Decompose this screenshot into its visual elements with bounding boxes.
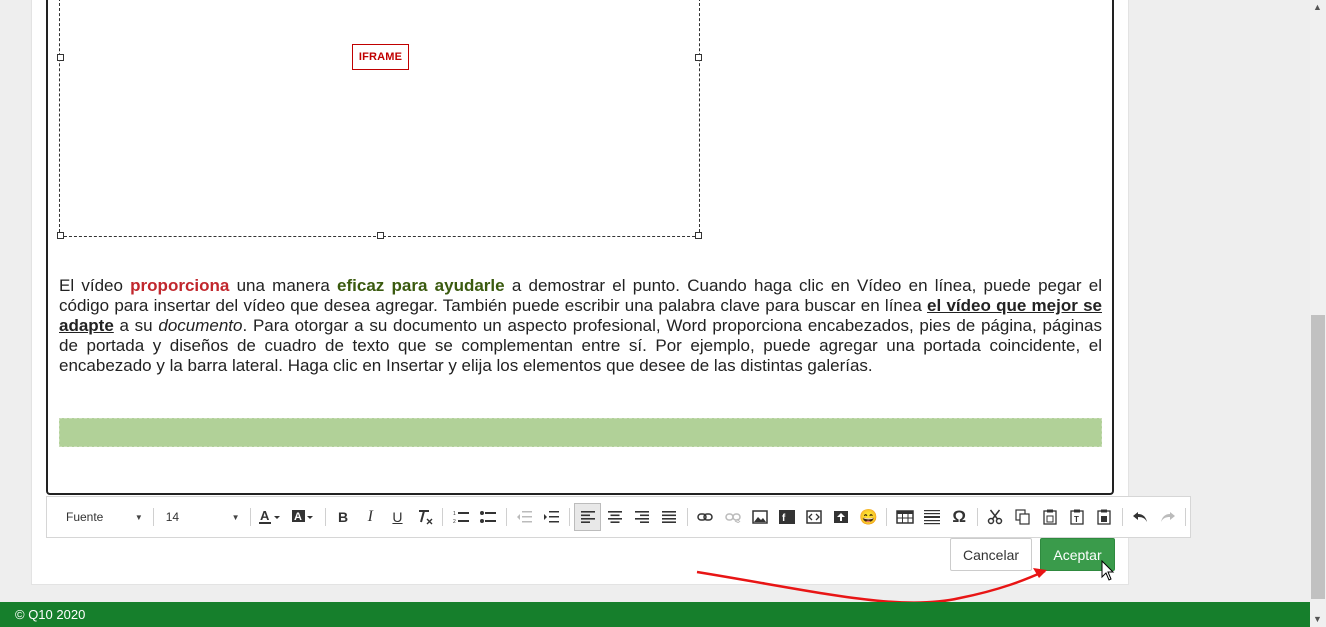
svg-text:A: A <box>260 508 270 523</box>
text-segment: a su <box>113 316 159 335</box>
cancel-button[interactable]: Cancelar <box>950 538 1032 571</box>
copyright-text: © Q10 2020 <box>15 607 86 622</box>
toolbar-separator <box>152 508 154 526</box>
emoji-icon[interactable]: 😄 <box>855 503 882 531</box>
rich-text-editor[interactable]: IFRAME El vídeo proporciona una manera e… <box>46 0 1114 495</box>
italic-glyph: I <box>367 508 373 525</box>
svg-text:1: 1 <box>453 511 456 517</box>
justify-icon[interactable] <box>656 503 683 531</box>
flash-icon[interactable]: f <box>773 503 800 531</box>
toolbar-separator <box>442 508 444 526</box>
editor-toolbar: Fuente ▼ 14 ▼ A A B I U 12 f 😄 Ω T <box>46 496 1191 538</box>
toolbar-separator <box>976 508 978 526</box>
background-color-icon[interactable]: A <box>288 503 321 531</box>
toolbar-separator <box>569 508 571 526</box>
text-highlight-red: proporciona <box>130 276 230 295</box>
resize-handle[interactable] <box>695 54 702 61</box>
cut-icon[interactable] <box>982 503 1009 531</box>
decrease-indent-icon[interactable] <box>511 503 538 531</box>
bold-icon[interactable]: B <box>329 503 356 531</box>
green-band-block[interactable] <box>59 418 1102 447</box>
align-left-icon[interactable] <box>574 503 602 531</box>
toolbar-separator <box>686 508 688 526</box>
increase-indent-icon[interactable] <box>538 503 565 531</box>
toolbar-separator <box>886 508 888 526</box>
table-icon[interactable] <box>891 503 918 531</box>
font-size-value: 14 <box>165 510 180 524</box>
iframe-icon[interactable] <box>801 503 828 531</box>
toolbar-separator <box>505 508 507 526</box>
resize-handle[interactable] <box>57 232 64 239</box>
paste-word-icon[interactable] <box>1091 503 1118 531</box>
text-segment: El vídeo <box>59 276 131 295</box>
text-italic: documento <box>158 316 243 335</box>
font-size-select[interactable]: 14 ▼ <box>158 502 246 532</box>
font-family-value: Fuente <box>66 510 104 524</box>
text-segment: una manera <box>229 276 338 295</box>
resize-handle[interactable] <box>377 232 384 239</box>
align-right-icon[interactable] <box>628 503 655 531</box>
toolbar-separator <box>249 508 251 526</box>
iframe-placeholder[interactable]: IFRAME <box>57 0 702 239</box>
toolbar-separator <box>1121 508 1123 526</box>
paste-icon[interactable] <box>1036 503 1063 531</box>
paste-text-icon[interactable]: T <box>1063 503 1090 531</box>
footer: © Q10 2020 <box>0 602 1310 627</box>
underline-glyph: U <box>392 509 403 525</box>
redo-icon[interactable] <box>1154 503 1181 531</box>
chevron-down-icon: ▼ <box>231 512 240 522</box>
svg-text:T: T <box>1074 515 1079 524</box>
numbered-list-icon[interactable]: 12 <box>447 503 474 531</box>
resize-handle[interactable] <box>57 54 64 61</box>
bold-glyph: B <box>338 509 349 525</box>
remove-format-icon[interactable] <box>411 503 438 531</box>
unlink-icon[interactable] <box>719 503 746 531</box>
resize-handle[interactable] <box>695 232 702 239</box>
bulleted-list-icon[interactable] <box>474 503 501 531</box>
scrollbar-thumb[interactable] <box>1311 315 1325 599</box>
text-color-icon[interactable]: A <box>254 503 287 531</box>
emoji-glyph: 😄 <box>859 509 878 526</box>
chevron-down-icon: ▼ <box>134 512 143 522</box>
link-icon[interactable] <box>692 503 719 531</box>
scroll-up-icon[interactable]: ▲ <box>1313 2 1322 12</box>
mouse-cursor-icon <box>1101 560 1115 581</box>
italic-icon[interactable]: I <box>357 503 384 531</box>
special-char-icon[interactable]: Ω <box>946 503 973 531</box>
horizontal-line-icon[interactable] <box>918 503 945 531</box>
font-family-select[interactable]: Fuente ▼ <box>47 502 149 532</box>
underline-icon[interactable]: U <box>384 503 411 531</box>
copy-icon[interactable] <box>1009 503 1036 531</box>
toolbar-separator <box>324 508 326 526</box>
svg-text:A: A <box>294 511 302 523</box>
undo-icon[interactable] <box>1127 503 1154 531</box>
toolbar-separator <box>1185 508 1187 526</box>
omega-glyph: Ω <box>952 507 967 526</box>
svg-text:2: 2 <box>453 519 456 524</box>
iframe-label: IFRAME <box>352 44 409 70</box>
align-center-icon[interactable] <box>601 503 628 531</box>
scroll-down-icon[interactable]: ▼ <box>1313 614 1322 624</box>
upload-icon[interactable] <box>828 503 855 531</box>
text-highlight-green: eficaz para ayudarle <box>337 276 505 295</box>
image-icon[interactable] <box>746 503 773 531</box>
editor-paragraph[interactable]: El vídeo proporciona una manera eficaz p… <box>59 276 1102 376</box>
